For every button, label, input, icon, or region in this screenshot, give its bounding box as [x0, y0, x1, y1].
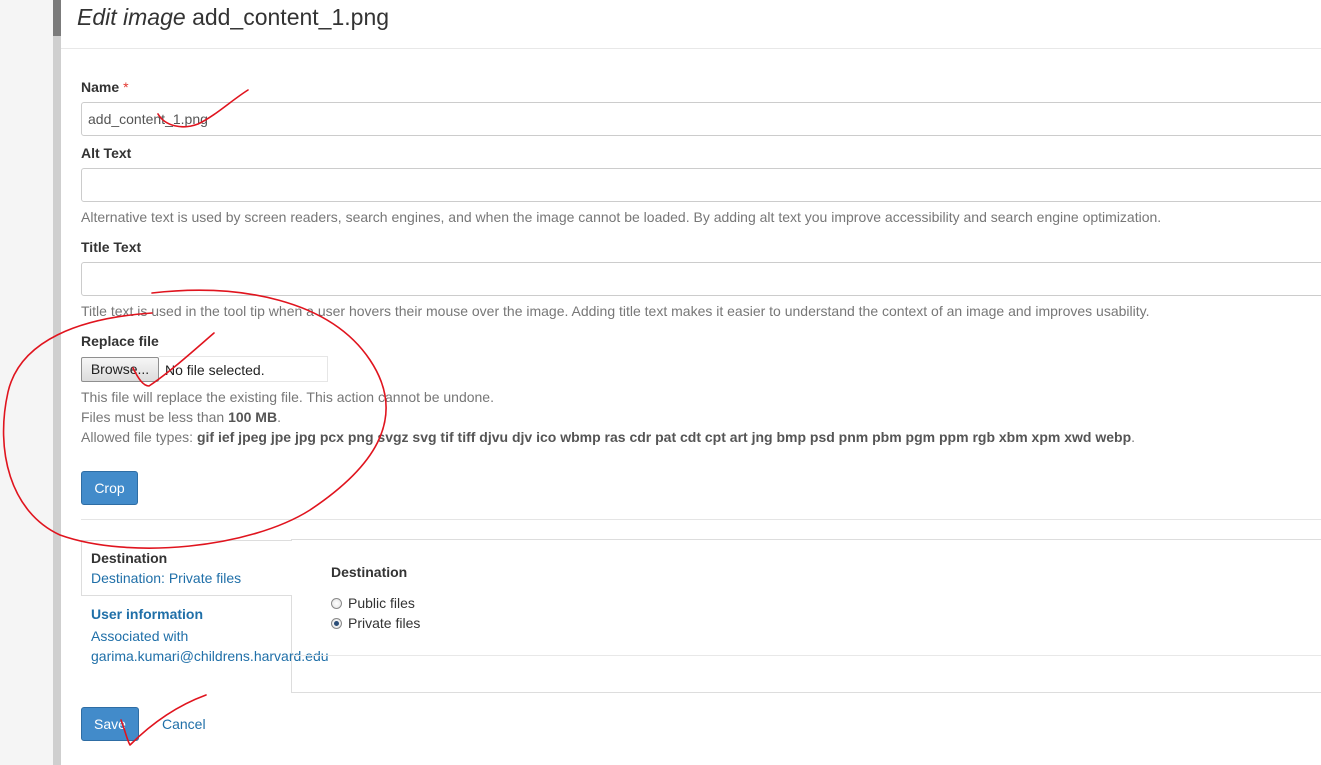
file-types-help: Allowed file types: gif ief jpeg jpe jpg…	[81, 429, 1135, 445]
file-size-help: Files must be less than 100 MB.	[81, 409, 281, 425]
file-size-prefix: Files must be less than	[81, 409, 225, 425]
save-button[interactable]: Save	[81, 707, 139, 741]
file-status-text: No file selected.	[165, 362, 265, 378]
alt-text-label: Alt Text	[81, 145, 132, 161]
title-text-label: Title Text	[81, 239, 142, 255]
name-label-text: Name	[81, 79, 120, 95]
left-edge-bar-accent	[53, 0, 61, 36]
page-title-filename: add_content_1.png	[192, 4, 390, 30]
vertical-tabs-pane	[291, 539, 1321, 693]
vtab-destination-summary: Destination: Private files	[91, 570, 242, 586]
alt-text-help: Alternative text is used by screen reade…	[81, 209, 1162, 225]
title-text-help: Title text is used in the tool tip when …	[81, 303, 1150, 319]
page-title: Edit image add_content_1.png	[77, 4, 389, 31]
destination-label: Destination	[331, 564, 408, 580]
vtab-destination-title: Destination	[91, 550, 168, 566]
vtab-user-information-summary: Associated with garima.kumari@childrens.…	[91, 628, 329, 664]
name-input[interactable]	[81, 102, 1321, 136]
crop-button[interactable]: Crop	[81, 471, 138, 505]
radio-private-files[interactable]: Private files	[331, 615, 420, 631]
file-size-value: 100 MB	[228, 409, 278, 425]
left-edge-bar	[53, 0, 61, 765]
section-divider	[81, 519, 1321, 520]
alt-text-input[interactable]	[81, 168, 1321, 202]
browse-button[interactable]: Browse...	[81, 357, 159, 382]
replace-file-help: This file will replace the existing file…	[81, 389, 494, 405]
radio-public-files[interactable]: Public files	[331, 595, 415, 611]
vtab-destination[interactable]: Destination Destination: Private files	[81, 540, 292, 596]
radio-private-files-icon[interactable]	[331, 618, 342, 629]
radio-public-files-icon[interactable]	[331, 598, 342, 609]
radio-public-files-label: Public files	[348, 595, 415, 611]
radio-private-files-label: Private files	[348, 615, 421, 631]
cancel-link[interactable]: Cancel	[162, 716, 206, 732]
page-title-prefix: Edit image	[77, 4, 186, 30]
required-marker: *	[123, 79, 129, 95]
file-types-prefix: Allowed file types:	[81, 429, 194, 445]
file-types-value: gif ief jpeg jpe jpg pcx png svgz svg ti…	[196, 429, 1132, 445]
title-divider	[61, 48, 1321, 49]
name-label: Name *	[81, 79, 129, 95]
file-size-suffix: .	[277, 409, 281, 425]
file-types-suffix: .	[1131, 429, 1136, 445]
replace-file-label: Replace file	[81, 333, 159, 349]
pane-divider	[292, 655, 1321, 656]
vtab-user-information[interactable]: User information	[91, 606, 203, 622]
title-text-input[interactable]	[81, 262, 1321, 296]
left-gutter	[0, 0, 53, 765]
